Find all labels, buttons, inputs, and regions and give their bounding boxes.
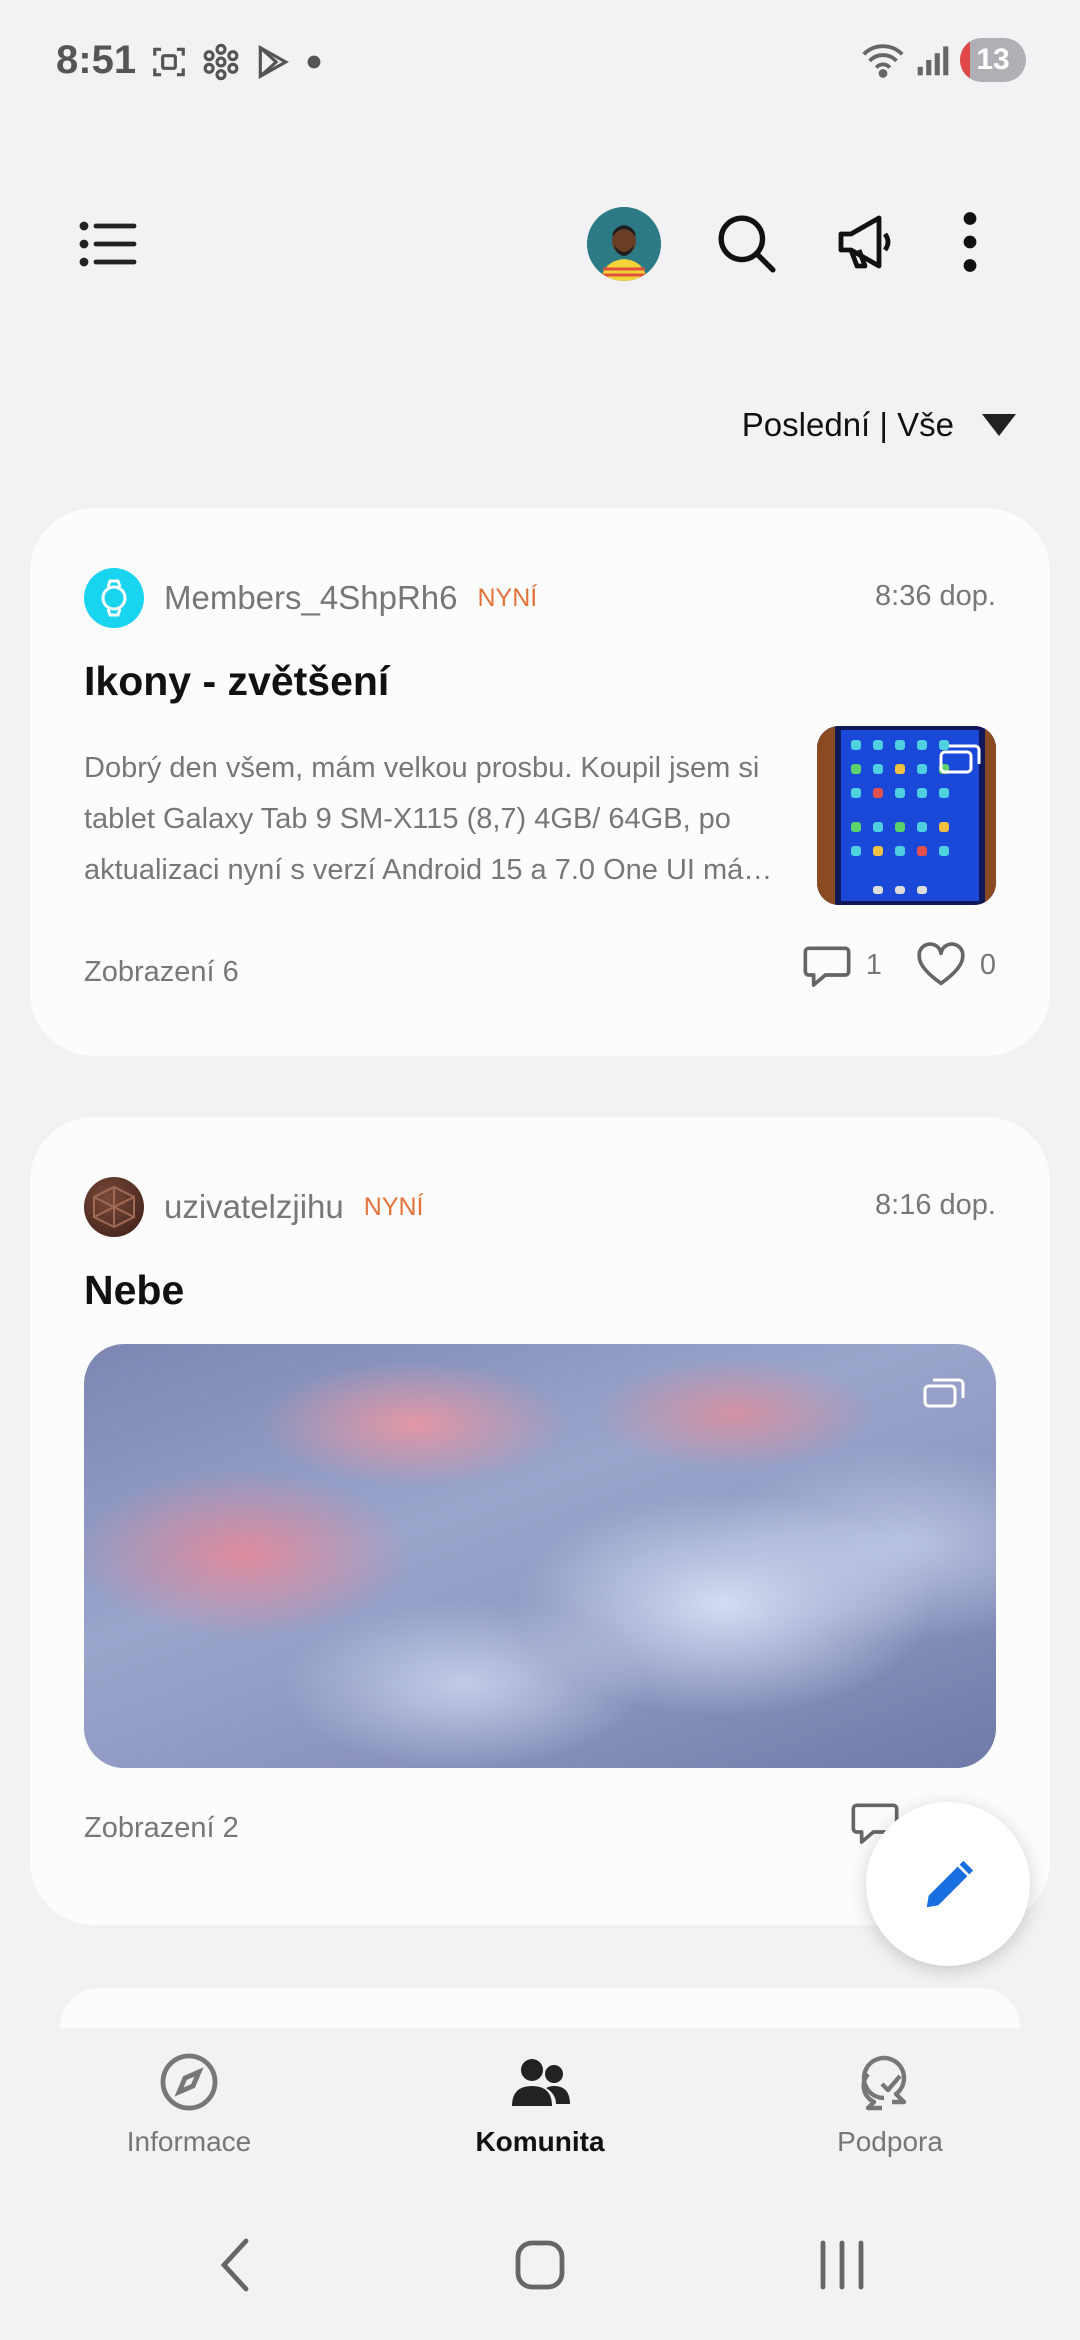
top-app-bar	[0, 190, 1080, 300]
battery-icon: 13	[960, 38, 1026, 82]
post-image[interactable]	[84, 1344, 996, 1768]
post-card[interactable]: Members_4ShpRh6 NYNÍ 8:36 dop. Ikony - z…	[30, 508, 1050, 1056]
dot-icon	[307, 55, 321, 69]
status-bar: 8:51 13	[0, 0, 1080, 125]
author-avatar[interactable]	[84, 568, 144, 628]
nav-label: Podpora	[837, 2126, 943, 2157]
comment-icon[interactable]	[802, 940, 852, 990]
post-author-row: uzivatelzjihu NYNÍ	[84, 1177, 424, 1237]
post-views: Zobrazení 2	[84, 1812, 239, 1844]
back-icon	[220, 2238, 249, 2292]
flower-icon	[203, 43, 239, 81]
comment-count: 1	[865, 948, 882, 981]
back-button[interactable]	[196, 2230, 276, 2300]
menu-icon[interactable]	[78, 214, 138, 274]
post-author-row: Members_4ShpRh6 NYNÍ	[84, 568, 537, 628]
nav-informace[interactable]: Informace	[59, 2050, 319, 2158]
megaphone-icon[interactable]	[833, 210, 897, 274]
people-icon	[512, 2059, 570, 2106]
post-title[interactable]: Nebe	[84, 1267, 184, 1314]
author-avatar[interactable]	[84, 1177, 144, 1237]
compass-icon	[160, 2053, 218, 2111]
heart-icon[interactable]	[916, 940, 966, 990]
more-vert-icon[interactable]	[955, 210, 985, 274]
post-card[interactable]	[60, 1988, 1020, 2028]
post-excerpt: Dobrý den všem, mám velkou prosbu. Koupi…	[84, 752, 768, 886]
pencil-icon	[926, 1860, 974, 1908]
play-store-icon	[258, 45, 289, 79]
bottom-navigation: Informace Komunita Podpora	[0, 2030, 1080, 2180]
post-card[interactable]: uzivatelzjihu NYNÍ 8:16 dop. Nebe Zobraz…	[30, 1117, 1050, 1925]
write-post-button[interactable]	[866, 1802, 1030, 1966]
user-avatar-icon	[587, 207, 661, 281]
battery-level: 13	[976, 43, 1010, 76]
recents-icon	[820, 2240, 864, 2290]
author-name[interactable]: uzivatelzjihu	[164, 1188, 344, 1226]
new-badge: NYNÍ	[477, 583, 538, 612]
avatar[interactable]	[587, 207, 661, 281]
nav-label: Komunita	[475, 2126, 605, 2157]
like-count: 0	[979, 948, 996, 981]
home-icon	[515, 2240, 565, 2290]
signal-icon	[917, 46, 949, 76]
multiple-images-icon	[939, 744, 981, 774]
search-icon[interactable]	[715, 212, 777, 274]
status-time: 8:51	[56, 38, 137, 82]
watch-icon	[101, 579, 127, 617]
screenshot-icon	[153, 47, 185, 77]
new-badge: NYNÍ	[363, 1192, 424, 1221]
post-thumbnail[interactable]	[817, 726, 996, 905]
support-chat-icon	[861, 2055, 907, 2111]
nav-komunita[interactable]: Komunita	[410, 2050, 670, 2158]
multiple-images-icon	[923, 1378, 965, 1408]
author-name[interactable]: Members_4ShpRh6	[164, 579, 458, 617]
post-stats: 1 0	[802, 940, 996, 990]
post-views: Zobrazení 6	[84, 956, 239, 988]
sort-filter-dropdown[interactable]: Poslední | Vše	[742, 400, 1016, 450]
nav-podpora[interactable]: Podpora	[760, 2050, 1020, 2158]
dropdown-arrow-icon	[982, 414, 1016, 436]
recents-button[interactable]	[802, 2230, 882, 2300]
home-button[interactable]	[500, 2230, 580, 2300]
system-navigation-bar	[0, 2230, 1080, 2340]
post-title[interactable]: Ikony - zvětšení	[84, 658, 389, 705]
wifi-icon	[862, 44, 904, 78]
post-time: 8:36 dop.	[875, 580, 996, 612]
status-icons-right: 13	[860, 38, 1026, 82]
pattern-avatar-icon	[93, 1185, 135, 1229]
post-time: 8:16 dop.	[875, 1189, 996, 1221]
filter-label: Poslední | Vše	[741, 406, 954, 443]
nav-label: Informace	[126, 2126, 252, 2157]
status-icons-left	[150, 43, 322, 81]
